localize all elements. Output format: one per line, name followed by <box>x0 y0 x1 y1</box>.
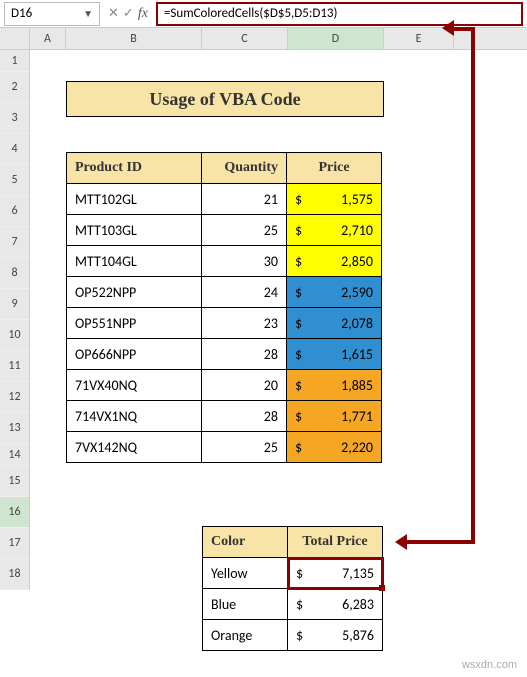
table-row: OP551NPP23$2,078 <box>67 308 382 339</box>
header-product-id[interactable]: Product ID <box>67 153 202 184</box>
select-all-corner[interactable] <box>0 28 30 49</box>
row-header-11[interactable]: 11 <box>0 351 30 382</box>
row-header-18[interactable]: 18 <box>0 559 30 590</box>
summary-row: Yellow$7,135 <box>203 558 383 589</box>
selection-handle[interactable] <box>379 585 385 591</box>
col-header-C[interactable]: C <box>202 28 288 49</box>
table-row: OP522NPP24$2,590 <box>67 277 382 308</box>
name-box-value: D16 <box>11 6 83 21</box>
cell-total-price[interactable]: $5,876 <box>288 620 383 651</box>
cell-price[interactable]: $2,850 <box>287 246 382 277</box>
cell-total-price[interactable]: $6,283 <box>288 589 383 620</box>
cell-product-id[interactable]: MTT102GL <box>67 184 202 215</box>
cell-quantity[interactable]: 21 <box>202 184 287 215</box>
fx-icon[interactable]: fx <box>138 6 148 22</box>
cell-price[interactable]: $2,078 <box>287 308 382 339</box>
page-title: Usage of VBA Code <box>66 81 384 117</box>
table-row: MTT103GL25$2,710 <box>67 215 382 246</box>
grid-row: 1 <box>0 50 527 72</box>
grid-row: 16 <box>0 497 527 528</box>
row-header-4[interactable]: 4 <box>0 134 30 165</box>
cell-product-id[interactable]: 71VX40NQ <box>67 370 202 401</box>
col-header-D[interactable]: D <box>288 28 384 49</box>
header-color[interactable]: Color <box>203 527 288 558</box>
row-header-2[interactable]: 2 <box>0 72 30 103</box>
cell-quantity[interactable]: 20 <box>202 370 287 401</box>
grid-row: 15 <box>0 466 527 497</box>
table-row: MTT104GL30$2,850 <box>67 246 382 277</box>
cell-product-id[interactable]: MTT103GL <box>67 215 202 246</box>
table-row: 7VX142NQ25$2,220 <box>67 432 382 463</box>
cell-quantity[interactable]: 28 <box>202 401 287 432</box>
formula-text: =SumColoredCells($D$5,D5:D13) <box>164 6 338 21</box>
row-header-10[interactable]: 10 <box>0 320 30 351</box>
cell-price[interactable]: $1,615 <box>287 339 382 370</box>
name-box[interactable]: D16 ▼ <box>4 2 100 26</box>
cell-quantity[interactable]: 23 <box>202 308 287 339</box>
table-row: MTT102GL21$1,575 <box>67 184 382 215</box>
cell-price[interactable]: $2,220 <box>287 432 382 463</box>
row-header-7[interactable]: 7 <box>0 227 30 258</box>
row-header-8[interactable]: 8 <box>0 258 30 289</box>
annotation-arrow-bottom <box>401 540 475 544</box>
header-quantity[interactable]: Quantity <box>202 153 287 184</box>
cell-product-id[interactable]: MTT104GL <box>67 246 202 277</box>
summary-header-row: Color Total Price <box>203 527 383 558</box>
row-header-1[interactable]: 1 <box>0 50 30 72</box>
table-row: OP666NPP28$1,615 <box>67 339 382 370</box>
cell-product-id[interactable]: 7VX142NQ <box>67 432 202 463</box>
summary-table: Color Total Price Yellow$7,135Blue$6,283… <box>202 526 383 651</box>
row-header-13[interactable]: 13 <box>0 413 30 444</box>
summary-row: Orange$5,876 <box>203 620 383 651</box>
cell-price[interactable]: $2,710 <box>287 215 382 246</box>
header-total-price[interactable]: Total Price <box>288 527 383 558</box>
row-header-17[interactable]: 17 <box>0 528 30 559</box>
col-header-B[interactable]: B <box>66 28 202 49</box>
watermark: wsxdn.com <box>462 659 517 671</box>
row-header-5[interactable]: 5 <box>0 165 30 196</box>
cell-price[interactable]: $1,575 <box>287 184 382 215</box>
table-row: 71VX40NQ20$1,885 <box>67 370 382 401</box>
cell-product-id[interactable]: 714VX1NQ <box>67 401 202 432</box>
accept-icon[interactable]: ✓ <box>123 6 134 21</box>
cell-product-id[interactable]: OP522NPP <box>67 277 202 308</box>
cell-product-id[interactable]: OP551NPP <box>67 308 202 339</box>
cell-quantity[interactable]: 24 <box>202 277 287 308</box>
cell-price[interactable]: $2,590 <box>287 277 382 308</box>
spreadsheet-grid[interactable]: A B C D E 123456789101112131415161718 Us… <box>0 28 527 590</box>
col-header-A[interactable]: A <box>30 28 66 49</box>
cell-color-name[interactable]: Blue <box>203 589 288 620</box>
chevron-down-icon[interactable]: ▼ <box>83 7 93 20</box>
cell-product-id[interactable]: OP666NPP <box>67 339 202 370</box>
header-price[interactable]: Price <box>287 153 382 184</box>
table-row: 714VX1NQ28$1,771 <box>67 401 382 432</box>
row-header-9[interactable]: 9 <box>0 289 30 320</box>
row-header-6[interactable]: 6 <box>0 196 30 227</box>
row-header-15[interactable]: 15 <box>0 466 30 497</box>
cell-price[interactable]: $1,771 <box>287 401 382 432</box>
formula-bar[interactable]: =SumColoredCells($D$5,D5:D13) <box>156 2 523 26</box>
row-header-3[interactable]: 3 <box>0 103 30 134</box>
cell-quantity[interactable]: 30 <box>202 246 287 277</box>
cell-quantity[interactable]: 25 <box>202 432 287 463</box>
annotation-arrow <box>471 28 475 542</box>
cell-quantity[interactable]: 28 <box>202 339 287 370</box>
cell-quantity[interactable]: 25 <box>202 215 287 246</box>
table-header-row: Product ID Quantity Price <box>67 153 382 184</box>
cell-color-name[interactable]: Yellow <box>203 558 288 589</box>
summary-row: Blue$6,283 <box>203 589 383 620</box>
row-header-16[interactable]: 16 <box>0 497 30 528</box>
row-header-12[interactable]: 12 <box>0 382 30 413</box>
cell-color-name[interactable]: Orange <box>203 620 288 651</box>
cancel-icon[interactable]: ✕ <box>108 6 119 21</box>
data-table: Product ID Quantity Price MTT102GL21$1,5… <box>66 152 382 463</box>
cell-total-price[interactable]: $7,135 <box>288 558 383 589</box>
formula-buttons: ✕ ✓ fx <box>108 6 148 22</box>
row-header-14[interactable]: 14 <box>0 444 30 466</box>
cell-price[interactable]: $1,885 <box>287 370 382 401</box>
